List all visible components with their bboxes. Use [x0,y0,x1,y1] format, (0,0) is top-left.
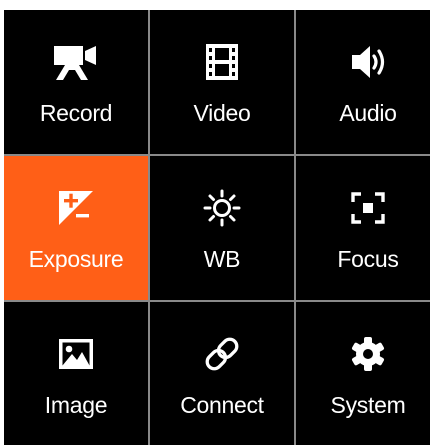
exposure-compensation-icon [52,187,100,229]
menu-tile-label: Image [44,392,108,418]
sun-icon [198,187,246,229]
menu-tile-wb[interactable]: WB [150,156,294,300]
focus-frame-icon [344,187,392,229]
menu-tile-audio[interactable]: Audio [296,10,430,154]
menu-tile-label: WB [203,246,241,272]
menu-tile-label: Exposure [28,246,124,272]
menu-tile-connect[interactable]: Connect [150,302,294,445]
movie-camera-icon [52,41,100,83]
link-icon [198,333,246,375]
menu-tile-label: Connect [180,392,264,418]
film-strip-icon [198,41,246,83]
menu-tile-label: System [330,392,406,418]
picture-icon [52,333,100,375]
menu-tile-label: Video [193,100,251,126]
gear-icon [344,333,392,375]
menu-tile-record[interactable]: Record [4,10,148,154]
menu-tile-label: Record [39,100,113,126]
menu-tile-exposure[interactable]: Exposure [4,156,148,300]
menu-tile-system[interactable]: System [296,302,430,445]
settings-menu-grid: Record Video Audio Exposure WB Focus Ima… [4,10,430,445]
menu-tile-label: Audio [339,100,397,126]
menu-tile-focus[interactable]: Focus [296,156,430,300]
menu-tile-label: Focus [337,246,399,272]
menu-tile-image[interactable]: Image [4,302,148,445]
menu-tile-video[interactable]: Video [150,10,294,154]
speaker-icon [344,41,392,83]
